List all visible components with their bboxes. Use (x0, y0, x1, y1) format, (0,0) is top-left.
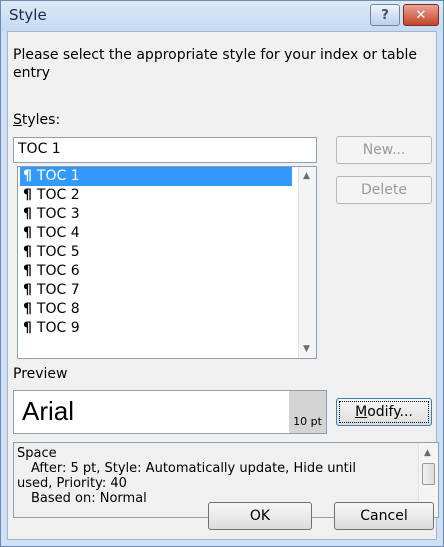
style-name-input[interactable]: TOC 1 (13, 137, 317, 163)
scroll-up-arrow-icon[interactable]: ▲ (424, 446, 431, 461)
title-bar: Style ? ✕ (1, 1, 443, 31)
modify-button[interactable]: Modify... (336, 398, 432, 426)
paragraph-mark-icon: ¶ (23, 244, 32, 260)
preview-label: Preview (13, 366, 68, 382)
paragraph-mark-icon: ¶ (23, 282, 32, 298)
close-button[interactable]: ✕ (403, 4, 439, 26)
delete-button[interactable]: Delete (336, 176, 432, 204)
modify-accel: M (355, 404, 368, 420)
modify-label-rest: odify... (367, 404, 413, 420)
close-icon: ✕ (415, 7, 427, 23)
style-list-item-label: TOC 1 (36, 168, 80, 184)
scroll-thumb[interactable] (422, 463, 435, 485)
cancel-button[interactable]: Cancel (334, 502, 434, 530)
question-mark-icon: ? (381, 7, 389, 23)
style-description-text: Space After: 5 pt, Style: Automatically … (17, 446, 407, 506)
style-list-item-label: TOC 3 (36, 206, 80, 222)
style-list-item[interactable]: ¶ TOC 5 (20, 243, 292, 262)
scroll-up-arrow-icon[interactable]: ▲ (303, 171, 310, 181)
styles-list-scrollbar[interactable]: ▲ ▼ (298, 167, 316, 358)
style-list-item[interactable]: ¶ TOC 7 (20, 281, 292, 300)
paragraph-mark-icon: ¶ (23, 301, 32, 317)
styles-label-rest: tyles: (21, 112, 61, 128)
preview-size-badge: 10 pt (289, 391, 326, 433)
style-list-item[interactable]: ¶ TOC 1 (20, 167, 292, 186)
style-list-item[interactable]: ¶ TOC 4 (20, 224, 292, 243)
paragraph-mark-icon: ¶ (23, 187, 32, 203)
styles-list[interactable]: ¶ TOC 1 ¶ TOC 2 ¶ TOC 3 ¶ TOC 4 ¶ TOC 5 ¶ TOC 6 ¶ TOC… (17, 166, 317, 359)
styles-list-items: ¶ TOC 1 ¶ TOC 2 ¶ TOC 3 ¶ TOC 4 ¶ TOC 5 ¶ TOC 6 ¶ TOC… (20, 167, 292, 338)
style-list-item-label: TOC 4 (36, 225, 80, 241)
instruction-text: Please select the appropriate style for … (13, 47, 418, 81)
dialog-title: Style (9, 6, 47, 24)
paragraph-mark-icon: ¶ (23, 263, 32, 279)
style-list-item[interactable]: ¶ TOC 9 (20, 319, 292, 338)
description-line: After: 5 pt, Style: Automatically update… (31, 461, 357, 476)
dialog-body: Please select the appropriate style for … (7, 31, 439, 540)
description-line: Space (17, 446, 57, 461)
new-button[interactable]: New... (336, 136, 432, 164)
paragraph-mark-icon: ¶ (23, 320, 32, 336)
style-list-item-label: TOC 5 (36, 244, 80, 260)
paragraph-mark-icon: ¶ (23, 168, 32, 184)
style-list-item-label: TOC 8 (36, 301, 80, 317)
styles-label: Styles: (13, 112, 60, 128)
help-button[interactable]: ? (370, 4, 400, 26)
style-dialog: Style ? ✕ Please select the appropriate … (0, 0, 444, 547)
description-line: used, Priority: 40 (17, 476, 127, 491)
styles-label-accel: S (13, 112, 22, 128)
scroll-down-arrow-icon[interactable]: ▼ (303, 344, 310, 354)
ok-button[interactable]: OK (208, 502, 312, 530)
style-list-item[interactable]: ¶ TOC 3 (20, 205, 292, 224)
style-list-item-label: TOC 6 (36, 263, 80, 279)
paragraph-mark-icon: ¶ (23, 206, 32, 222)
preview-size-text: 10 pt (293, 415, 322, 428)
style-list-item[interactable]: ¶ TOC 6 (20, 262, 292, 281)
style-list-item-label: TOC 2 (36, 187, 80, 203)
preview-box: Arial 10 pt (13, 390, 327, 434)
preview-font-sample: Arial (22, 396, 75, 426)
paragraph-mark-icon: ¶ (23, 225, 32, 241)
style-list-item[interactable]: ¶ TOC 2 (20, 186, 292, 205)
style-list-item-label: TOC 7 (36, 282, 80, 298)
style-list-item-label: TOC 9 (36, 320, 80, 336)
style-list-item[interactable]: ¶ TOC 8 (20, 300, 292, 319)
